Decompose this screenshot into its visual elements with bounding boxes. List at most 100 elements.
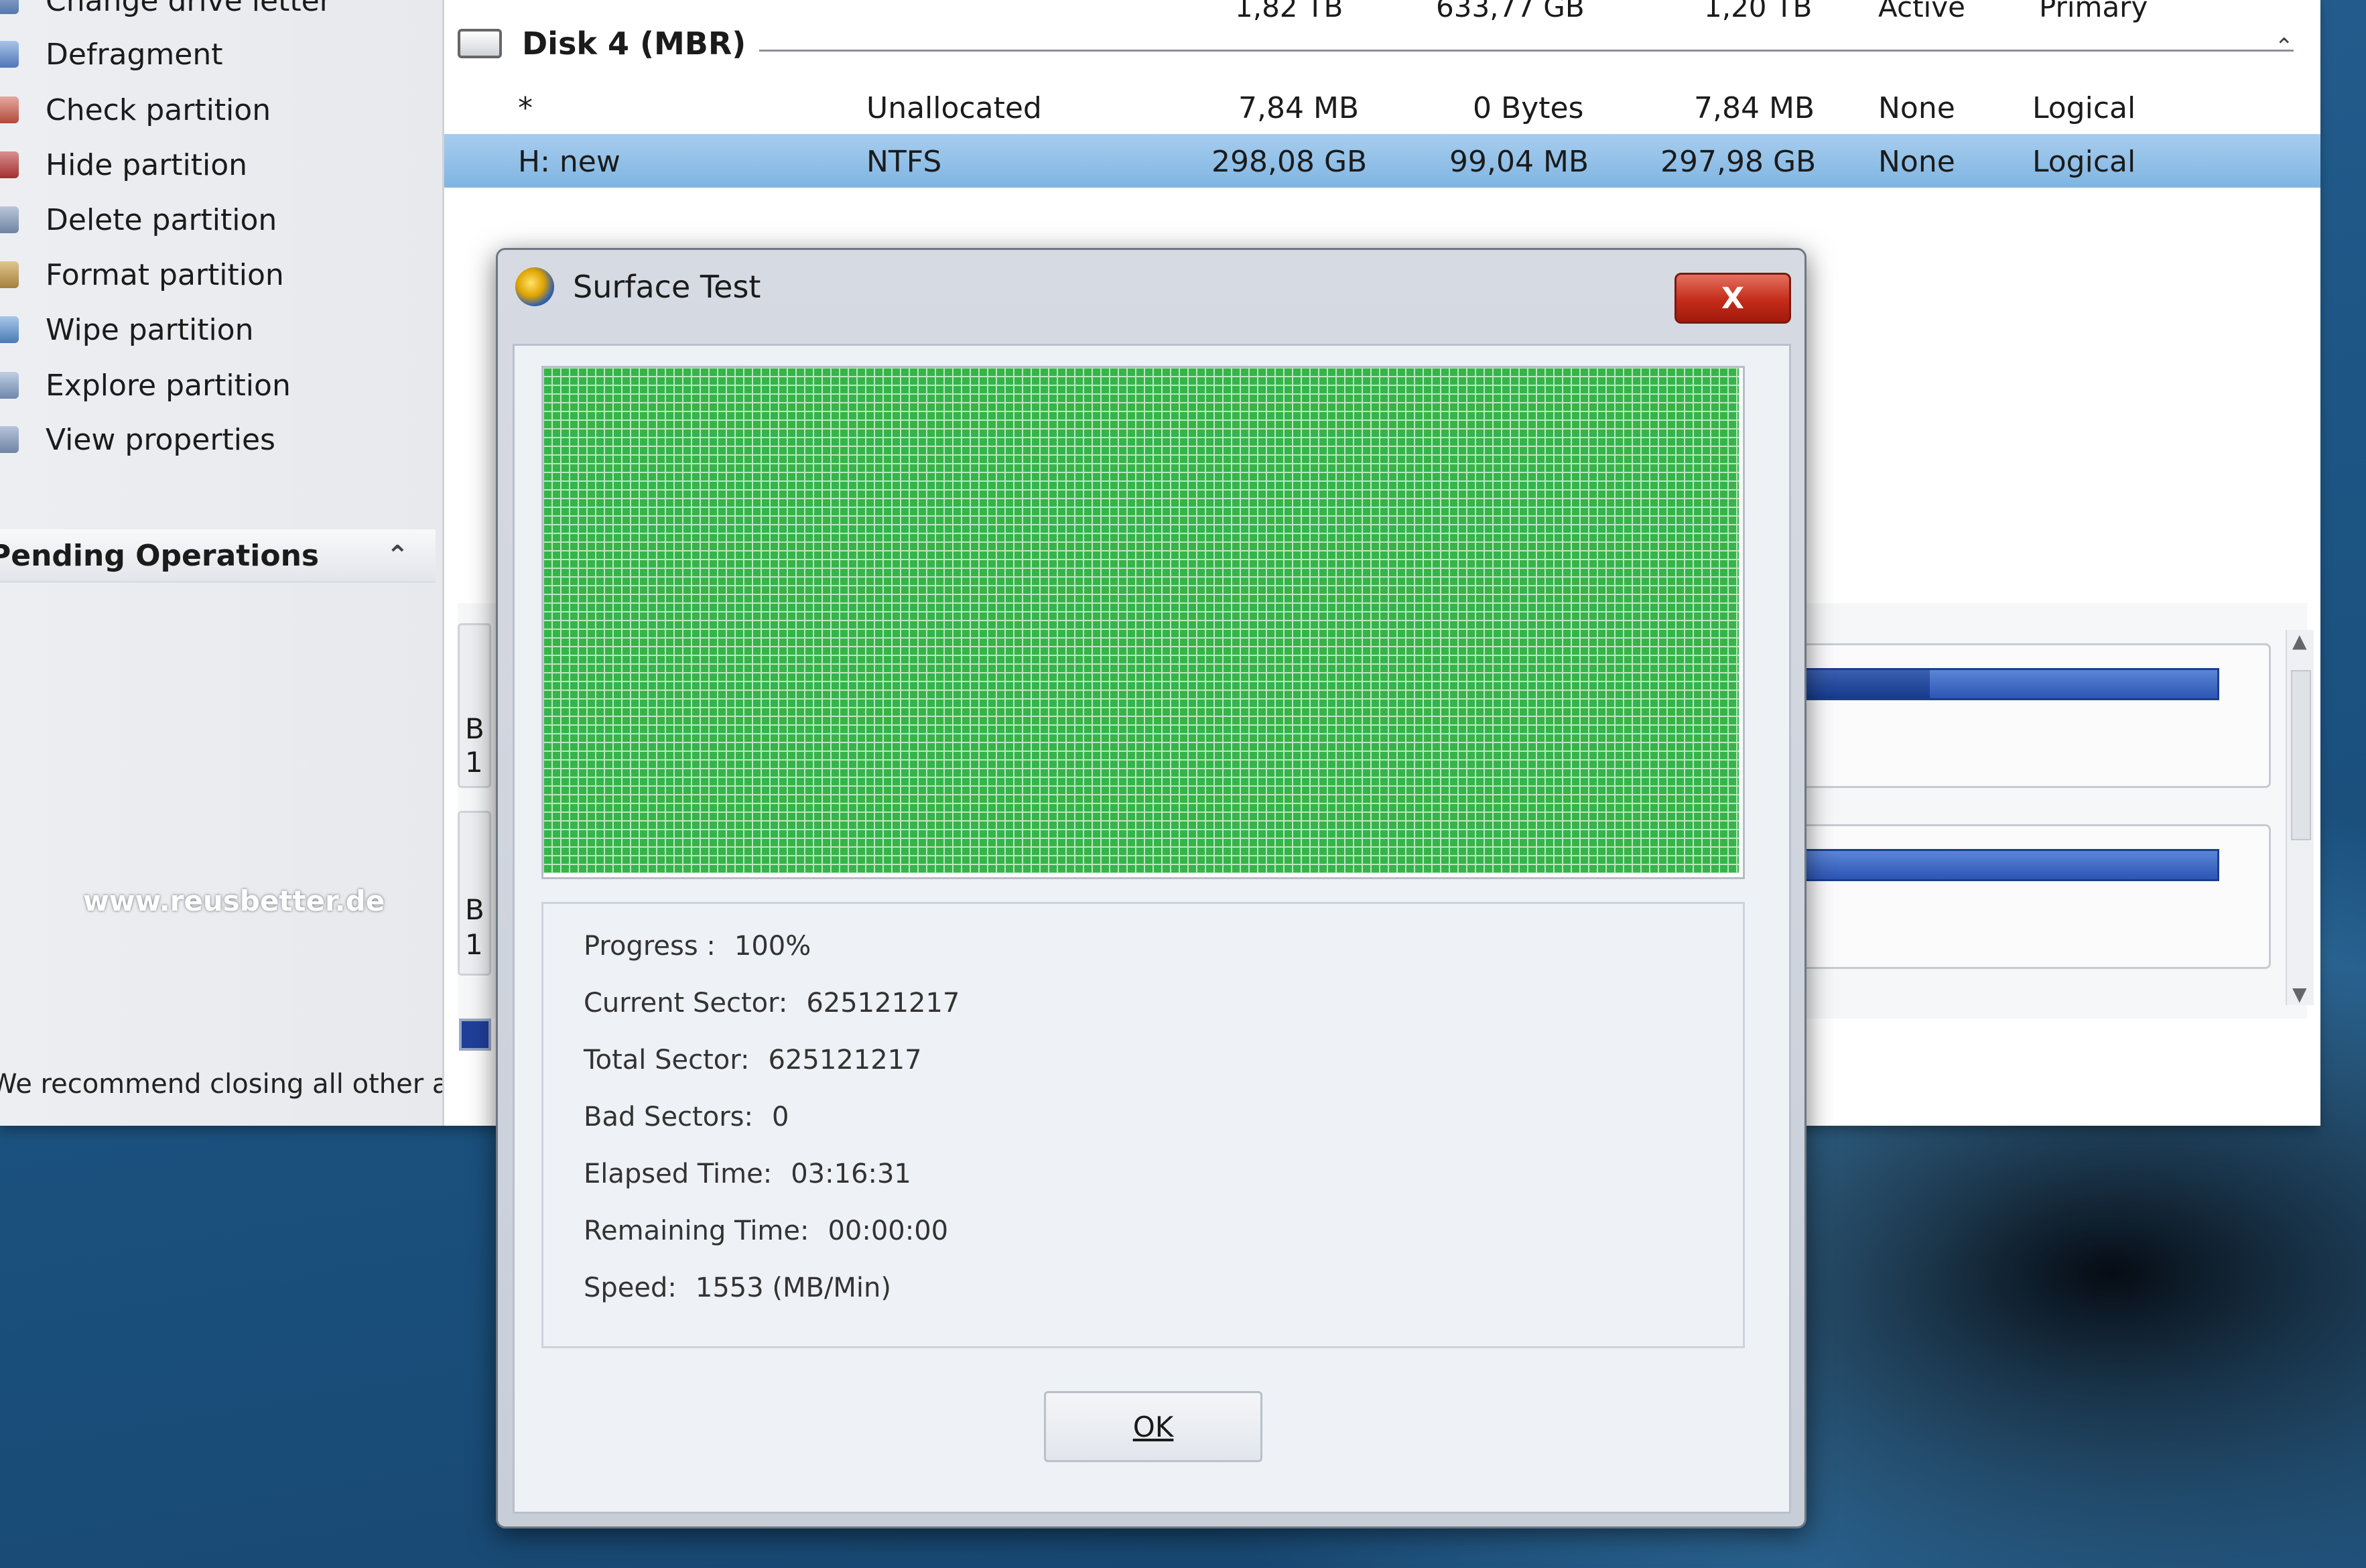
sidebar-item-label: Check partition xyxy=(46,92,271,127)
bad-sectors-line: Bad Sectors: 0 xyxy=(584,1102,789,1132)
sidebar-item-label: Delete partition xyxy=(46,202,277,237)
partition-name: H: new xyxy=(518,145,620,179)
watermark-text: www.reusbetter.de xyxy=(83,885,385,917)
close-icon: X xyxy=(1721,281,1744,316)
surface-test-dialog: Surface Test X Progress : 100% Current Se… xyxy=(496,248,1806,1528)
disk-map-partition-box[interactable] xyxy=(1784,824,2271,969)
scroll-down-icon[interactable]: ▼ xyxy=(2292,983,2307,1005)
sidebar-item-delete-partition[interactable]: Delete partition xyxy=(0,196,442,243)
sector-map-grid xyxy=(543,368,1739,873)
disk-map-label: B xyxy=(465,893,484,926)
disk-map-label: 1 xyxy=(465,928,483,961)
remaining-time-value: 00:00:00 xyxy=(828,1216,949,1246)
partition-status: None xyxy=(1878,145,1955,179)
disk-usage-bar xyxy=(1786,668,2219,700)
partition-used: 0 Bytes xyxy=(1473,91,1584,125)
sidebar-item-hide-partition[interactable]: Hide partition xyxy=(0,141,442,188)
sidebar-item-view-properties[interactable]: View properties xyxy=(0,416,442,463)
defragment-icon xyxy=(0,41,19,68)
progress-label: Progress : xyxy=(584,931,716,962)
view-properties-icon xyxy=(0,426,19,453)
bad-sectors-label: Bad Sectors: xyxy=(584,1102,753,1132)
dialog-body: Progress :100% Current Sector: 625121217 … xyxy=(513,344,1791,1514)
partition-capacity: 7,84 MB xyxy=(1238,91,1360,125)
format-partition-icon xyxy=(0,261,19,288)
check-partition-icon xyxy=(0,96,19,123)
status-message: We recommend closing all other applicati… xyxy=(0,1069,500,1100)
remaining-time-label: Remaining Time: xyxy=(584,1216,809,1246)
progress-line: Progress : 100% xyxy=(584,931,811,962)
pending-operations-title: Pending Operations xyxy=(0,538,320,573)
disk-map-label: 1 xyxy=(465,746,483,779)
collapse-chevron-icon[interactable]: ⌃ xyxy=(2275,34,2294,60)
sidebar-item-format-partition[interactable]: Format partition xyxy=(0,251,442,298)
drive-letter-icon xyxy=(0,0,19,14)
explore-partition-icon xyxy=(0,372,19,399)
speed-line: Speed: 1553 (MB/Min) xyxy=(584,1272,891,1303)
partition-filesystem: NTFS xyxy=(866,145,942,179)
partition-filesystem: Unallocated xyxy=(866,91,1042,125)
disk-usage-bar xyxy=(1786,849,2219,881)
dialog-title-bar[interactable]: Surface Test X xyxy=(498,250,1804,324)
disk-group-header[interactable]: Disk 4 (MBR) ⌃ xyxy=(458,20,2294,67)
progress-value: 100% xyxy=(734,931,811,962)
sidebar-item-label: Format partition xyxy=(46,257,284,292)
partition-status: None xyxy=(1878,91,1955,125)
scroll-up-icon[interactable]: ▲ xyxy=(2292,630,2307,652)
test-info-panel: Progress :100% Current Sector: 625121217 … xyxy=(541,902,1745,1348)
disk-title: Disk 4 (MBR) xyxy=(522,25,746,62)
disk-map-label: B xyxy=(465,712,484,745)
disk-map-scrollbar[interactable]: ▲ ▼ xyxy=(2286,630,2314,1005)
disk-map-partition-box[interactable] xyxy=(1784,643,2271,788)
partition-capacity: 298,08 GB xyxy=(1211,145,1368,179)
disk-header-divider xyxy=(759,49,2294,52)
disk-usage-fill xyxy=(1788,670,1930,698)
operations-sidebar: Change drive letter Defragment Check par… xyxy=(0,0,500,1126)
total-sector-value: 625121217 xyxy=(768,1045,922,1075)
total-sector-line: Total Sector: 625121217 xyxy=(584,1045,922,1075)
sidebar-item-check-partition[interactable]: Check partition xyxy=(0,86,442,133)
sidebar-item-label: Defragment xyxy=(46,37,223,72)
partition-row-unallocated[interactable]: * Unallocated 7,84 MB 0 Bytes 7,84 MB No… xyxy=(444,80,2320,134)
sidebar-item-label: View properties xyxy=(46,422,275,457)
sidebar-item-explore-partition[interactable]: Explore partition xyxy=(0,362,442,409)
pending-operations-header[interactable]: Pending Operations ⌃ xyxy=(0,529,436,582)
sidebar-item-label: Wipe partition xyxy=(46,312,254,347)
disk-map-chunk[interactable]: B 1 xyxy=(458,623,491,788)
dialog-title: Surface Test xyxy=(573,269,761,305)
total-sector-label: Total Sector: xyxy=(584,1045,750,1075)
ok-button[interactable]: OK xyxy=(1044,1391,1262,1462)
current-sector-label: Current Sector: xyxy=(584,988,788,1019)
partition-row-h-new[interactable]: H: new NTFS 298,08 GB 99,04 MB 297,98 GB… xyxy=(444,134,2320,188)
hide-partition-icon xyxy=(0,151,19,178)
partition-type: Logical xyxy=(2032,145,2136,179)
elapsed-time-value: 03:16:31 xyxy=(791,1159,911,1189)
sidebar-item-label: Hide partition xyxy=(46,147,248,182)
sidebar-item-label: Change drive letter xyxy=(46,0,332,18)
partition-unused: 297,98 GB xyxy=(1660,145,1817,179)
elapsed-time-line: Elapsed Time: 03:16:31 xyxy=(584,1159,911,1189)
wipe-partition-icon xyxy=(0,316,19,343)
scroll-thumb[interactable] xyxy=(2291,670,2311,840)
partition-unused: 7,84 MB xyxy=(1694,91,1815,125)
delete-partition-icon xyxy=(0,206,19,233)
operation-icon xyxy=(459,1019,491,1051)
speed-value: 1553 (MB/Min) xyxy=(695,1272,892,1303)
collapse-chevron-icon[interactable]: ⌃ xyxy=(386,540,409,571)
close-button[interactable]: X xyxy=(1674,273,1791,324)
partition-name: * xyxy=(518,91,533,125)
sidebar-item-label: Explore partition xyxy=(46,368,291,403)
speed-label: Speed: xyxy=(584,1272,677,1303)
sidebar-item-change-drive-letter[interactable]: Change drive letter xyxy=(0,0,442,24)
elapsed-time-label: Elapsed Time: xyxy=(584,1159,773,1189)
sidebar-item-defragment[interactable]: Defragment xyxy=(0,31,442,78)
current-sector-line: Current Sector: 625121217 xyxy=(584,988,960,1019)
remaining-time-line: Remaining Time: 00:00:00 xyxy=(584,1216,948,1246)
bad-sectors-value: 0 xyxy=(771,1102,789,1132)
partition-type: Logical xyxy=(2032,91,2136,125)
sector-grid-frame xyxy=(541,366,1745,879)
partition-used: 99,04 MB xyxy=(1449,145,1589,179)
current-sector-value: 625121217 xyxy=(806,988,960,1019)
disk-map-chunk[interactable]: B 1 xyxy=(458,811,491,976)
sidebar-item-wipe-partition[interactable]: Wipe partition xyxy=(0,306,442,353)
